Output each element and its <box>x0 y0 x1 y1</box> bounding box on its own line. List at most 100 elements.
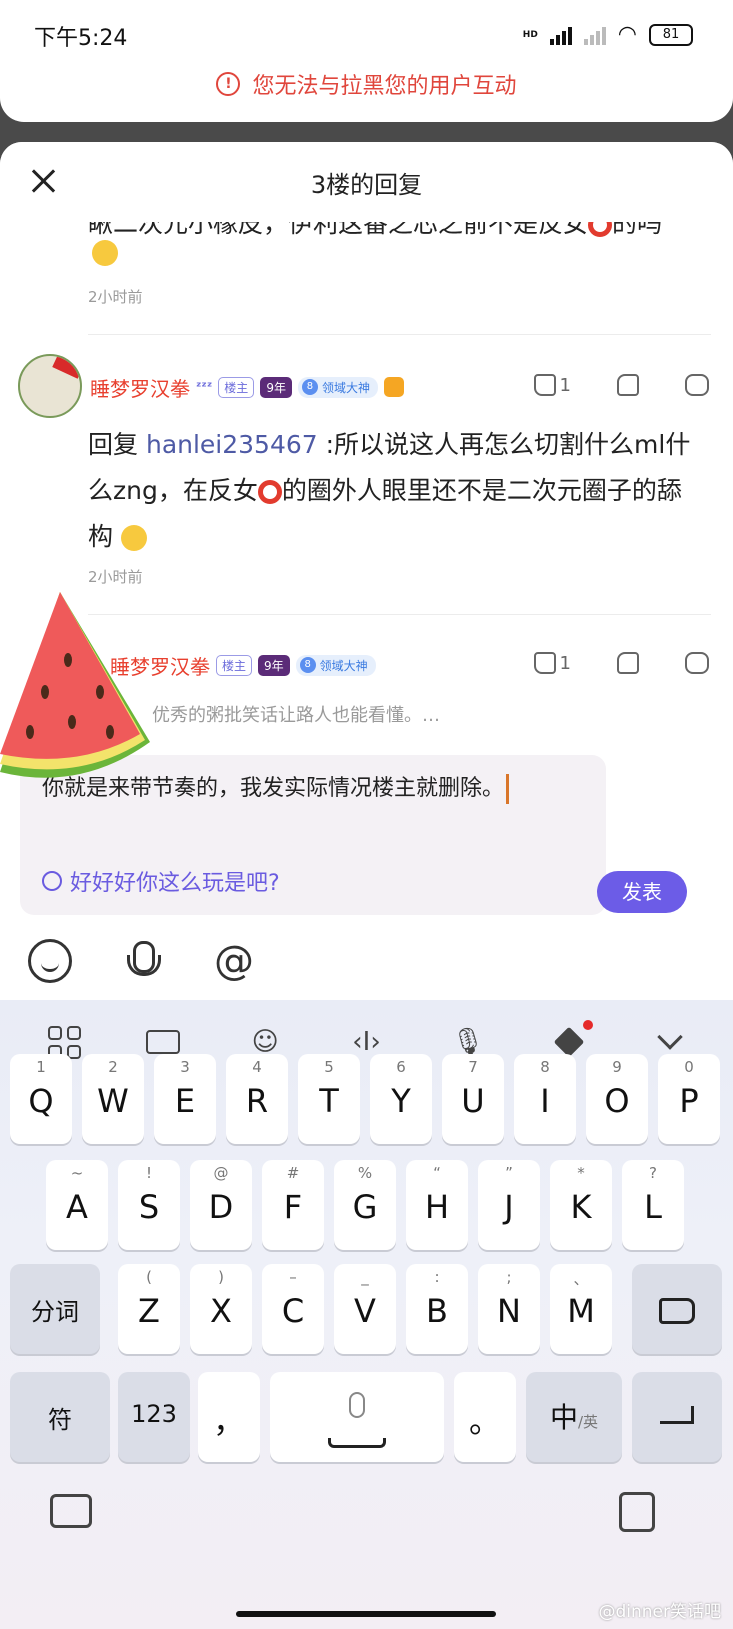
enter-key[interactable] <box>632 1372 722 1462</box>
key-n[interactable]: ; N <box>478 1264 540 1354</box>
key-g[interactable]: % G <box>334 1160 396 1250</box>
keyboard: ☺ ‹I› 🎙 1 Q 2 W 3 E 4 R 5 T 6 Y 7 U 8 I 9 O 0 P ~ A! S @ D # F% G “H… <box>0 1000 733 1629</box>
key-v[interactable]: _ V <box>334 1264 396 1354</box>
suggestion-icon <box>42 871 62 891</box>
key-o[interactable]: 9O <box>586 1054 648 1144</box>
switch-keyboard-icon[interactable] <box>50 1494 92 1528</box>
key-hint: ) <box>218 1268 224 1286</box>
reply-user-link[interactable]: hanlei235467 <box>146 430 318 459</box>
space-key[interactable] <box>270 1372 444 1462</box>
key-label: N <box>497 1292 521 1330</box>
key-f[interactable]: # F <box>262 1160 324 1250</box>
level-name: 领域大神 <box>321 380 370 395</box>
sheet-title: 3楼的回复 <box>310 170 423 199</box>
key-label: G <box>352 1188 378 1226</box>
zzz-icon: ᶻᶻᶻ <box>196 379 213 395</box>
key-j[interactable]: ” J <box>478 1160 540 1250</box>
key-label: Q <box>28 1082 54 1120</box>
key-m[interactable]: 、 M <box>550 1264 612 1354</box>
key-b[interactable]: :B <box>406 1264 468 1354</box>
next-years-badge: 9年 <box>258 654 290 676</box>
key-label: B <box>426 1292 448 1330</box>
key-d[interactable]: @ D <box>190 1160 252 1250</box>
next-comment-actions: 1 <box>533 652 709 674</box>
reply-button[interactable] <box>685 374 709 396</box>
key-hint: @ <box>213 1164 229 1182</box>
key-w[interactable]: 2W <box>82 1054 144 1144</box>
number-key-label: 123 <box>131 1400 177 1428</box>
key-hint: ” <box>505 1164 513 1182</box>
period-key-label: 。 <box>468 1402 501 1440</box>
game-badge-icon <box>383 377 404 397</box>
key-i[interactable]: 8I <box>514 1054 576 1144</box>
thumbs-down-icon <box>617 374 639 396</box>
close-icon[interactable] <box>26 164 60 198</box>
backspace-icon <box>659 1298 695 1324</box>
comma-key[interactable]: ， <box>198 1372 260 1462</box>
key-hint: 9 <box>612 1058 622 1076</box>
key-hint: # <box>286 1164 300 1182</box>
key-e[interactable]: 3E <box>154 1054 216 1144</box>
key-k[interactable]: * K <box>550 1160 612 1250</box>
username[interactable]: 睡梦罗汉拳 <box>90 373 190 402</box>
key-label: R <box>245 1082 269 1120</box>
sheet-header: 3楼的回复 <box>0 142 733 222</box>
period-key[interactable]: 。 <box>454 1372 516 1462</box>
key-s[interactable]: ! S <box>118 1160 180 1250</box>
level-badge: 8 领域大神 <box>297 376 378 398</box>
key-t[interactable]: 5T <box>298 1054 360 1144</box>
language-key[interactable]: 中/英 <box>526 1372 622 1462</box>
key-y[interactable]: 6Y <box>370 1054 432 1144</box>
key-label: H <box>424 1188 450 1226</box>
next-dislike-button[interactable] <box>617 652 639 674</box>
key-hint: 0 <box>684 1058 694 1076</box>
key-hint: ; <box>506 1268 512 1286</box>
suggestion-chip[interactable]: 好好好你这么玩是吧? <box>42 865 280 897</box>
publish-button[interactable]: 发表 <box>597 871 687 913</box>
signal-2-icon <box>583 25 606 45</box>
clipboard-icon[interactable] <box>619 1492 655 1532</box>
avatar[interactable] <box>18 354 82 418</box>
key-a[interactable]: ~ A <box>46 1160 108 1250</box>
dislike-button[interactable] <box>617 374 639 396</box>
number-key[interactable]: 123 <box>118 1372 190 1462</box>
key-c[interactable]: – C <box>262 1264 324 1354</box>
like-button[interactable]: 1 <box>533 374 571 396</box>
warning-text: 您无法与拉黑您的用户互动 <box>252 74 517 99</box>
next-level-number: 8 <box>299 657 316 673</box>
input-toolbar: @ <box>28 939 256 983</box>
key-l[interactable]: ? L <box>622 1160 684 1250</box>
enter-icon <box>660 1406 694 1424</box>
comment-icon <box>685 652 709 674</box>
voice-icon[interactable] <box>120 939 164 983</box>
key-q[interactable]: 1Q <box>10 1054 72 1144</box>
key-r[interactable]: 4R <box>226 1054 288 1144</box>
segment-key[interactable]: 分词 <box>10 1264 100 1354</box>
next-reply-button[interactable] <box>685 652 709 674</box>
key-x[interactable]: ) X <box>190 1264 252 1354</box>
next-like-count: 1 <box>559 652 571 674</box>
emoji-icon[interactable] <box>28 939 72 983</box>
key-hint: 3 <box>180 1058 190 1076</box>
thumbs-up-icon <box>533 374 556 396</box>
text-caret <box>506 774 510 804</box>
comment-icon <box>685 374 709 396</box>
next-level-name: 领域大神 <box>319 658 368 673</box>
backspace-key[interactable] <box>632 1264 722 1354</box>
key-label: J <box>504 1188 514 1226</box>
notification-dot <box>583 1020 594 1030</box>
mention-icon[interactable]: @ <box>212 939 256 983</box>
key-z[interactable]: (Z <box>118 1264 180 1354</box>
like-count: 1 <box>559 374 571 396</box>
key-h[interactable]: “H <box>406 1160 468 1250</box>
next-like-button[interactable]: 1 <box>533 652 571 674</box>
symbol-key[interactable]: 符 <box>10 1372 110 1462</box>
key-hint: 1 <box>36 1058 46 1076</box>
home-indicator[interactable] <box>236 1611 496 1617</box>
key-u[interactable]: 7U <box>442 1054 504 1144</box>
quoted-reply: 优秀的粥批笑话让路人也能看懂。… <box>152 705 440 726</box>
key-p[interactable]: 0P <box>658 1054 720 1144</box>
signal-icon <box>549 25 572 45</box>
divider <box>88 614 711 615</box>
thumbs-up-icon <box>533 652 556 674</box>
